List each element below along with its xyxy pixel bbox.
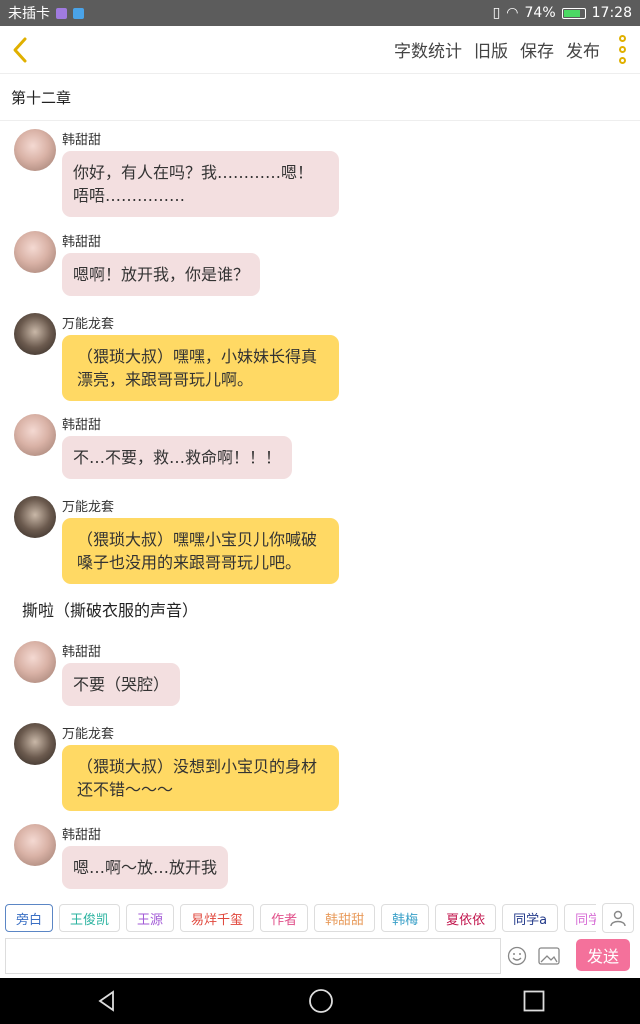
- clock: 17:28: [591, 5, 632, 21]
- publish-button[interactable]: 发布: [566, 37, 600, 62]
- old-version-button[interactable]: 旧版: [474, 37, 508, 62]
- message-bubble[interactable]: 嗯啊！放开我，你是谁？: [62, 253, 261, 296]
- role-chip[interactable]: 韩梅: [381, 904, 430, 932]
- sender-name: 万能龙套: [62, 727, 115, 742]
- avatar[interactable]: [14, 129, 56, 171]
- back-button[interactable]: [0, 26, 40, 74]
- message-bubble[interactable]: （猥琐大叔）嘿嘿小宝贝儿你喊破嗓子也没用的来跟哥哥玩儿吧。: [62, 518, 339, 584]
- message-bubble[interactable]: 不要（哭腔）: [62, 663, 181, 706]
- message-bubble[interactable]: 你好，有人在吗？我…………嗯！唔唔……………: [62, 151, 339, 217]
- carrier-label: 未插卡: [8, 6, 50, 22]
- avatar[interactable]: [14, 231, 56, 273]
- avatar[interactable]: [14, 313, 56, 355]
- avatar[interactable]: [14, 824, 56, 866]
- narration-text[interactable]: 撕啦（撕破衣服的声音）: [22, 597, 198, 621]
- message-bubble[interactable]: 不…不要，救…救命啊！！！: [62, 436, 293, 479]
- nav-back-icon[interactable]: [95, 989, 119, 1013]
- chevron-left-icon: [13, 37, 27, 62]
- role-selector-bar: 旁白 王俊凯 王源 易烊千玺 作者 韩甜甜 韩梅 夏依依 同学a 同学: [0, 898, 640, 938]
- top-bar: 字数统计 旧版 保存 发布: [0, 26, 640, 74]
- vibrate-icon: ▯: [492, 5, 501, 21]
- role-chip[interactable]: 王源: [126, 904, 175, 932]
- word-count-button[interactable]: 字数统计: [394, 37, 462, 62]
- nav-home-icon[interactable]: [308, 988, 334, 1014]
- role-chip[interactable]: 易烊千玺: [180, 904, 255, 932]
- role-chip[interactable]: 同学a: [502, 904, 559, 932]
- role-chip[interactable]: 韩甜甜: [314, 904, 376, 932]
- image-icon[interactable]: [538, 946, 560, 966]
- sender-name: 韩甜甜: [62, 235, 102, 250]
- more-menu-icon[interactable]: [612, 32, 632, 68]
- sender-name: 万能龙套: [62, 500, 115, 515]
- wifi-icon: ◠: [506, 5, 519, 21]
- save-button[interactable]: 保存: [520, 37, 554, 62]
- avatar[interactable]: [14, 414, 56, 456]
- role-chip[interactable]: 夏依依: [435, 904, 497, 932]
- message-bubble[interactable]: （猥琐大叔）嘿嘿，小妹妹长得真漂亮，来跟哥哥玩儿啊。: [62, 335, 339, 401]
- composer: 发送: [0, 938, 640, 978]
- message-bubble[interactable]: 嗯…啊～放…放开我: [62, 846, 229, 889]
- sender-name: 万能龙套: [62, 317, 115, 332]
- status-bar: 未插卡 ▯ ◠ 74% 17:28: [0, 0, 640, 26]
- emoji-icon[interactable]: [507, 946, 527, 966]
- role-chip[interactable]: 王俊凯: [59, 904, 121, 932]
- send-button[interactable]: 发送: [576, 939, 630, 971]
- app-notification-icon: [73, 7, 84, 19]
- avatar[interactable]: [14, 496, 56, 538]
- role-chip[interactable]: 旁白: [5, 904, 54, 932]
- sender-name: 韩甜甜: [62, 418, 102, 433]
- role-chip[interactable]: 作者: [260, 904, 309, 932]
- sender-name: 韩甜甜: [62, 645, 102, 660]
- message-bubble[interactable]: （猥琐大叔）没想到小宝贝的身材还不错～～～: [62, 745, 339, 811]
- avatar[interactable]: [14, 641, 56, 683]
- nav-recents-icon[interactable]: [523, 990, 545, 1012]
- message-input[interactable]: [5, 938, 501, 974]
- role-chip[interactable]: 同学: [564, 904, 596, 932]
- chat-area[interactable]: 韩甜甜 你好，有人在吗？我…………嗯！唔唔…………… 韩甜甜 嗯啊！放开我，你是…: [0, 121, 640, 889]
- app-notification-icon: [56, 7, 67, 19]
- sender-name: 韩甜甜: [62, 133, 102, 148]
- system-nav-bar: [0, 978, 640, 1024]
- sender-name: 韩甜甜: [62, 828, 102, 843]
- battery-percent: 74%: [524, 5, 556, 21]
- role-chip-list: 旁白 王俊凯 王源 易烊千玺 作者 韩甜甜 韩梅 夏依依 同学a 同学: [0, 904, 596, 932]
- avatar[interactable]: [14, 723, 56, 765]
- battery-icon: [561, 7, 586, 19]
- person-icon[interactable]: [602, 903, 634, 933]
- chapter-title: 第十二章: [0, 75, 640, 121]
